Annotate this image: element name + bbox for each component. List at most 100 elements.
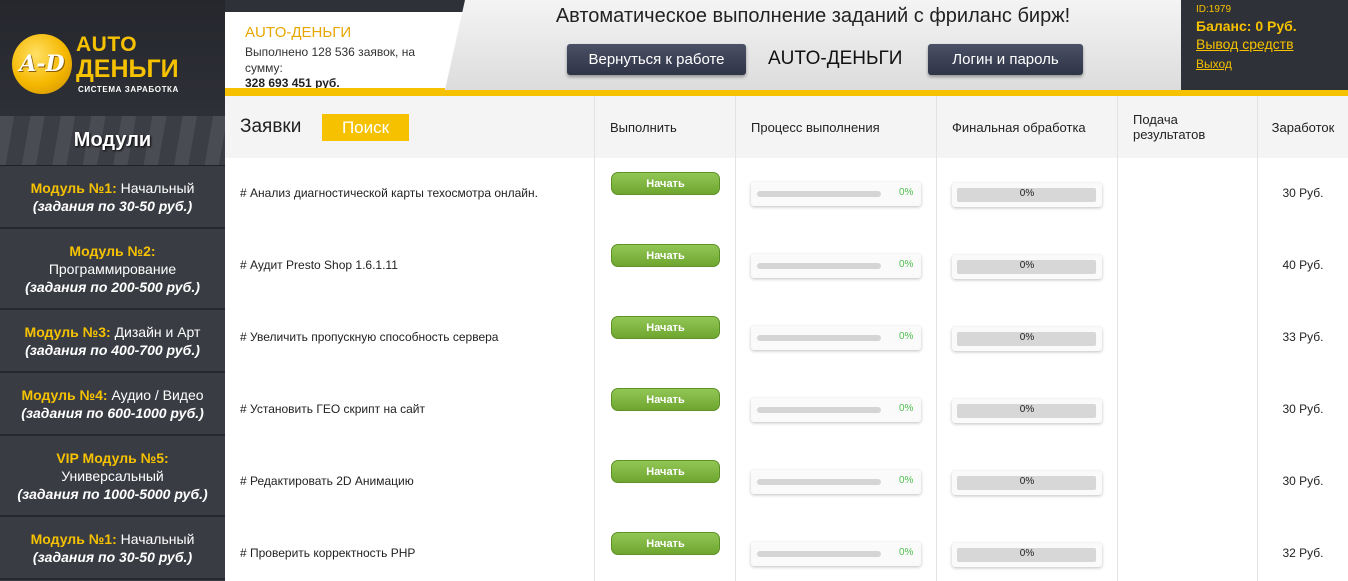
- process-progress-track: [757, 479, 881, 485]
- process-progress: 0%: [751, 470, 921, 494]
- process-progress: 0%: [751, 326, 921, 350]
- banner-brand: AUTO-ДЕНЬГИ: [768, 48, 903, 69]
- module-name: Модуль №2:: [69, 242, 156, 259]
- module-desc: Начальный: [120, 530, 195, 547]
- banner-title: Автоматическое выполнение заданий с фрил…: [555, 5, 1071, 27]
- sidebar-module-item[interactable]: Модуль №1: Начальный (задания по 30-50 ру…: [0, 166, 225, 229]
- final-progress: 0%: [952, 543, 1102, 567]
- table-title: Заявки: [240, 116, 302, 137]
- start-button[interactable]: Начать: [611, 244, 720, 267]
- account-id: ID:1979: [1196, 4, 1232, 15]
- logo-line1: AUTO: [76, 33, 138, 56]
- process-progress-track: [757, 407, 881, 413]
- login-password-button[interactable]: Логин и пароль: [928, 44, 1083, 75]
- process-progress-percent: 0%: [899, 331, 914, 342]
- module-range: (задания по 600-1000 руб.): [21, 404, 204, 421]
- module-name: Модуль №4:: [21, 386, 108, 403]
- sidebar-module-item[interactable]: VIP Модуль №5: Универсальный (задания по 1…: [0, 436, 225, 517]
- module-list: Модуль №1: Начальный (задания по 30-50 ру…: [0, 166, 225, 580]
- task-name[interactable]: # Установить ГЕО скрипт на сайт: [240, 402, 425, 416]
- start-button[interactable]: Начать: [611, 172, 720, 195]
- process-progress-percent: 0%: [899, 403, 914, 414]
- col-process: Процесс выполнения: [751, 119, 880, 135]
- final-progress: 0%: [952, 255, 1102, 279]
- task-name[interactable]: # Аудит Presto Shop 1.6.1.11: [240, 258, 398, 272]
- logo-line2: ДЕНЬГИ: [76, 55, 179, 83]
- final-progress-percent: 0%: [1019, 404, 1035, 415]
- logo-badge-text: A-D: [19, 51, 65, 77]
- start-button[interactable]: Начать: [611, 316, 720, 339]
- modules-heading: Модули: [0, 116, 225, 166]
- table-row: # Установить ГЕО скрипт на сайт Начать 0% 0…: [225, 374, 1348, 446]
- module-range: (задания по 400-700 руб.): [25, 341, 200, 358]
- logo[interactable]: A-D AUTO ДЕНЬГИ СИСТЕМА ЗАРАБОТКА: [0, 0, 225, 116]
- table-row: # Увеличить пропускную способность серве…: [225, 302, 1348, 374]
- earned-amount: 30 Руб.: [1282, 474, 1324, 488]
- final-progress: 0%: [952, 183, 1102, 207]
- logo-subtitle: СИСТЕМА ЗАРАБОТКА: [78, 85, 179, 94]
- process-progress: 0%: [751, 398, 921, 422]
- process-progress-track: [757, 263, 881, 269]
- final-progress: 0%: [952, 471, 1102, 495]
- table-row: # Аудит Presto Shop 1.6.1.11 Начать 0% 0% 40…: [225, 230, 1348, 302]
- module-name: Модуль №1:: [30, 179, 117, 196]
- final-progress-percent: 0%: [1019, 188, 1035, 199]
- module-desc: Универсальный: [61, 467, 164, 484]
- module-range: (задания по 1000-5000 руб.): [17, 485, 208, 502]
- search-button[interactable]: Поиск: [322, 114, 409, 141]
- earned-amount: 30 Руб.: [1282, 186, 1324, 200]
- process-progress-track: [757, 335, 881, 341]
- table-row: # Редактировать 2D Анимацию Начать 0% 0% 30 …: [225, 446, 1348, 518]
- module-name: VIP Модуль №5:: [56, 449, 169, 466]
- task-name[interactable]: # Увеличить пропускную способность серве…: [240, 330, 498, 344]
- task-name[interactable]: # Анализ диагностической карты техосмотр…: [240, 186, 538, 200]
- start-button[interactable]: Начать: [611, 388, 720, 411]
- start-button[interactable]: Начать: [611, 460, 720, 483]
- module-desc: Дизайн и Арт: [114, 323, 201, 340]
- table-row: # Проверить корректность PHP Начать 0% 0% 32…: [225, 518, 1348, 581]
- process-progress-percent: 0%: [899, 475, 914, 486]
- start-button[interactable]: Начать: [611, 532, 720, 555]
- sidebar: A-D AUTO ДЕНЬГИ СИСТЕМА ЗАРАБОТКА Модули…: [0, 0, 225, 581]
- tasks-table: Заявки Поиск Выполнить Процесс выполнени…: [225, 96, 1348, 581]
- col-submit: Подача результатов: [1133, 112, 1206, 142]
- module-range: (задания по 30-50 руб.): [32, 197, 193, 214]
- withdraw-link[interactable]: Вывод средств: [1196, 36, 1348, 52]
- task-name[interactable]: # Редактировать 2D Анимацию: [240, 474, 414, 488]
- col-earned: Заработок: [1271, 119, 1335, 135]
- header-top-strip: [225, 0, 465, 12]
- process-progress-percent: 0%: [899, 259, 914, 270]
- col-final: Финальная обработка: [952, 119, 1086, 135]
- back-to-work-button[interactable]: Вернуться к работе: [567, 44, 746, 75]
- module-name: Модуль №1:: [30, 530, 117, 547]
- table-row: # Анализ диагностической карты техосмотр…: [225, 158, 1348, 230]
- process-progress-track: [757, 191, 881, 197]
- module-range: (задания по 30-50 руб.): [32, 548, 193, 565]
- stats-text: Выполнено 128 536 заявок, на сумму:: [245, 45, 415, 75]
- stats-title: AUTO-ДЕНЬГИ: [245, 24, 352, 41]
- task-name[interactable]: # Проверить корректность PHP: [240, 546, 415, 560]
- sidebar-module-item[interactable]: Модуль №2: Программирование (задания по 20…: [0, 229, 225, 310]
- final-progress: 0%: [952, 327, 1102, 351]
- process-progress-percent: 0%: [899, 187, 914, 198]
- process-progress: 0%: [751, 254, 921, 278]
- earned-amount: 32 Руб.: [1282, 546, 1324, 560]
- earned-amount: 30 Руб.: [1282, 402, 1324, 416]
- process-progress-track: [757, 551, 881, 557]
- logo-badge-icon: A-D: [12, 34, 72, 94]
- sidebar-module-item[interactable]: Модуль №1: Начальный (задания по 30-50 ру…: [0, 517, 225, 580]
- final-progress-percent: 0%: [1019, 332, 1035, 343]
- process-progress-percent: 0%: [899, 547, 914, 558]
- sidebar-module-item[interactable]: Модуль №4: Аудио / Видео (задания по 600-…: [0, 373, 225, 436]
- final-progress: 0%: [952, 399, 1102, 423]
- sidebar-module-item[interactable]: Модуль №3: Дизайн и Арт (задания по 400-7…: [0, 310, 225, 373]
- account-panel: ID:1979 Баланс: 0 Руб. Вывод средств Вых…: [1181, 0, 1348, 90]
- earned-amount: 33 Руб.: [1282, 330, 1324, 344]
- module-range: (задания по 200-500 руб.): [25, 278, 200, 295]
- module-desc: Начальный: [120, 179, 195, 196]
- logout-link[interactable]: Выход: [1196, 57, 1348, 71]
- final-progress-percent: 0%: [1019, 548, 1035, 559]
- module-desc: Аудио / Видео: [111, 386, 204, 403]
- table-header: Заявки Поиск Выполнить Процесс выполнени…: [225, 96, 1348, 158]
- module-desc: Программирование: [48, 260, 177, 277]
